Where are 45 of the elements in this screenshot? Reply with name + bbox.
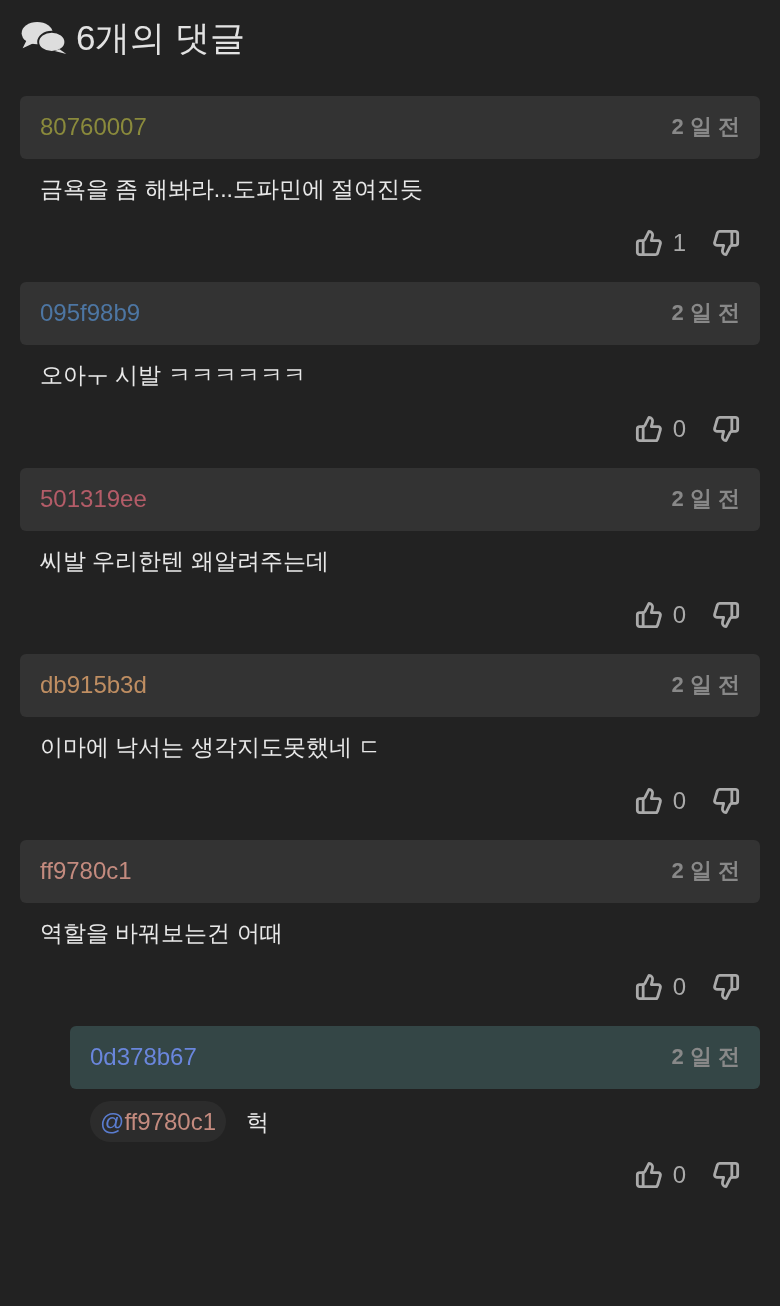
like-button[interactable]: 0	[634, 600, 686, 630]
mention-link[interactable]: @ff9780c1	[90, 1101, 226, 1142]
comment-text: 역할을 바꿔보는건 어때	[40, 919, 283, 948]
thumbs-up-icon	[634, 600, 663, 630]
author-name: ff9780c1	[40, 857, 132, 886]
dislike-button[interactable]	[712, 786, 740, 816]
author-name: 80760007	[40, 113, 147, 142]
thumbs-up-icon	[634, 414, 663, 444]
timestamp: 2 일 전	[671, 858, 740, 885]
thumbs-down-icon	[712, 228, 740, 258]
like-button[interactable]: 0	[634, 1160, 686, 1190]
comments-icon	[20, 21, 68, 55]
thumbs-down-icon	[712, 972, 740, 1002]
author-name: db915b3d	[40, 671, 147, 700]
timestamp: 2 일 전	[671, 486, 740, 513]
dislike-button[interactable]	[712, 972, 740, 1002]
thumbs-up-icon	[634, 972, 663, 1002]
comment-text: 씨발 우리한텐 왜알려주는데	[40, 547, 329, 576]
comment-text: 헉	[246, 1107, 269, 1137]
comments-title: 6개의 댓글	[76, 18, 246, 58]
dislike-button[interactable]	[712, 1160, 740, 1190]
comment-text: 금욕을 좀 해봐라...도파민에 절여진듯	[40, 175, 424, 204]
thumbs-down-icon	[712, 414, 740, 444]
thumbs-down-icon	[712, 786, 740, 816]
dislike-button[interactable]	[712, 414, 740, 444]
thumbs-down-icon	[712, 600, 740, 630]
author-name: 0d378b67	[90, 1043, 197, 1072]
dislike-button[interactable]	[712, 600, 740, 630]
timestamp: 2 일 전	[671, 1044, 740, 1071]
comment-text: 이마에 낙서는 생각지도못했네 ㄷ	[40, 733, 382, 762]
thumbs-up-icon	[634, 1160, 663, 1190]
timestamp: 2 일 전	[671, 672, 740, 699]
like-button[interactable]: 0	[634, 786, 686, 816]
timestamp: 2 일 전	[671, 300, 740, 327]
thumbs-up-icon	[634, 786, 663, 816]
like-button[interactable]: 1	[634, 228, 686, 258]
thumbs-up-icon	[634, 228, 663, 258]
comment-text: 오아ㅜ 시발 ㅋㅋㅋㅋㅋㅋ	[40, 361, 306, 390]
like-button[interactable]: 0	[634, 414, 686, 444]
dislike-button[interactable]	[712, 228, 740, 258]
author-name: 095f98b9	[40, 299, 141, 328]
like-button[interactable]: 0	[634, 972, 686, 1002]
author-name: 501319ee	[40, 485, 147, 514]
thumbs-down-icon	[712, 1160, 740, 1190]
timestamp: 2 일 전	[671, 114, 740, 141]
